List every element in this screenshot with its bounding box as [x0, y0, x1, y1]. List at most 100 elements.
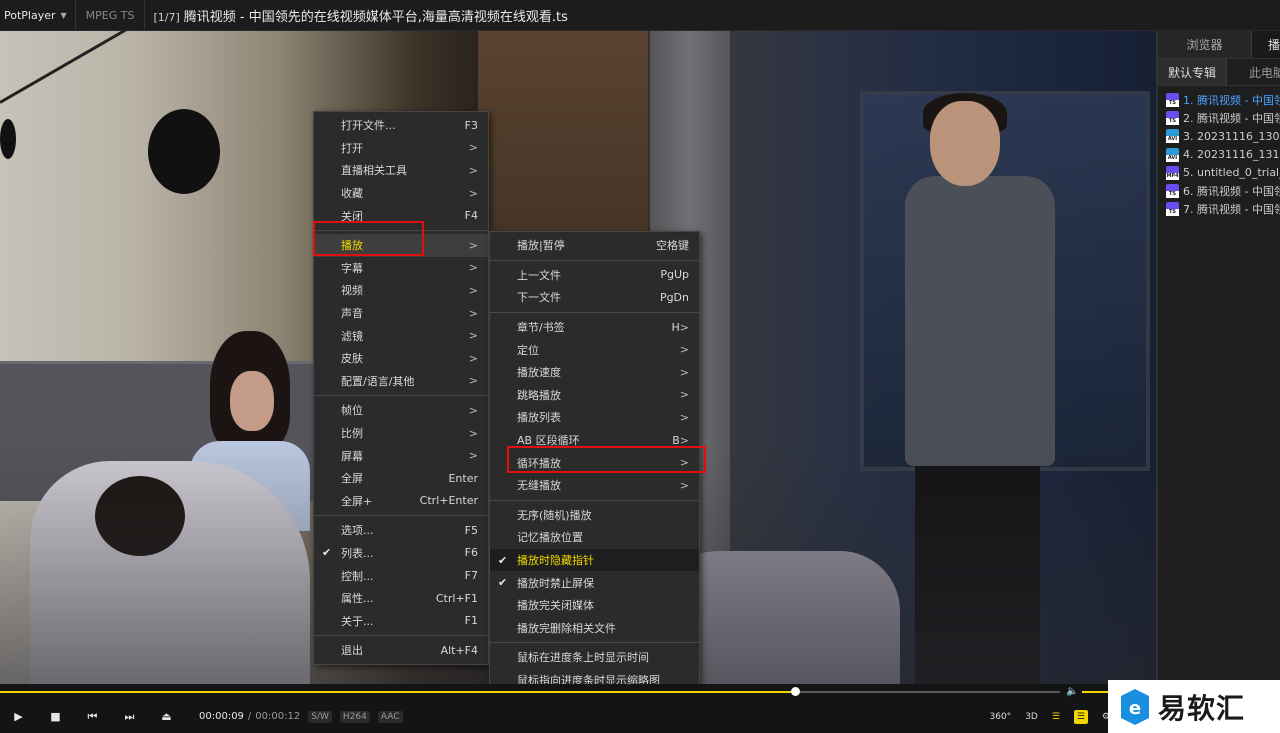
submenu-item[interactable]: 无缝播放 > [490, 474, 699, 497]
stop-button[interactable]: ■ [37, 700, 74, 733]
menu-item[interactable]: 帧位 > [314, 399, 488, 422]
menu-item[interactable]: 视频 > [314, 279, 488, 302]
video-lamp [148, 109, 220, 194]
menu-item[interactable]: 属性... Ctrl+F1 [314, 587, 488, 610]
playlist-item[interactable]: MP4 5. untitled_0_trial_0.m [1158, 164, 1280, 182]
menu-item-label: 打开文件... [341, 119, 396, 133]
submenu-item-shortcut: PgDn [659, 290, 689, 304]
menu-item-shortcut: F4 [464, 209, 478, 223]
menu-item-label: 帧位 [341, 404, 363, 418]
menu-item-shortcut: F6 [464, 546, 478, 560]
submenu-item[interactable]: 上一文件 PgUp [490, 264, 699, 287]
submenu-item[interactable]: 播放列表 > [490, 406, 699, 429]
subtab-default-album[interactable]: 默认专辑 [1158, 59, 1228, 85]
menu-item[interactable]: 屏幕 > [314, 444, 488, 467]
menu-item-label: 全屏+ [341, 494, 373, 508]
menu-item[interactable]: 控制... F7 [314, 564, 488, 587]
submenu-item[interactable]: 跳略播放 > [490, 384, 699, 407]
submenu-item[interactable]: 播放速度 > [490, 361, 699, 384]
playlist-item[interactable]: TS 6. 腾讯视频 - 中国领 [1158, 182, 1280, 200]
vr-360-button[interactable]: 360° [990, 712, 1012, 722]
seek-knob[interactable] [791, 687, 800, 696]
submenu-item-label: 无缝播放 [517, 479, 561, 493]
play-button[interactable]: ▶ [0, 700, 37, 733]
menu-separator [314, 635, 488, 637]
menu-item[interactable]: 比例 > [314, 422, 488, 445]
badge-codec[interactable]: H264 [339, 710, 370, 723]
menu-item[interactable]: 直播相关工具 > [314, 159, 488, 182]
playlist-item[interactable]: AVI 3. 20231116_130239.a [1158, 127, 1280, 145]
menu-item[interactable]: 配置/语言/其他 > [314, 370, 488, 393]
menu-item-label: 控制... [341, 569, 374, 583]
menu-item[interactable]: ✔ 列表... F6 [314, 542, 488, 565]
menu-item[interactable]: 关闭 F4 [314, 204, 488, 227]
file-type-icon: TS [1166, 202, 1179, 217]
playlist-item[interactable]: TS 2. 腾讯视频 - 中国领 [1158, 109, 1280, 127]
menu-item[interactable]: 选项... F5 [314, 519, 488, 542]
playlist-item-label: 1. 腾讯视频 - 中国领 [1183, 94, 1280, 108]
menu-item-label: 退出 [341, 644, 363, 658]
menu-item[interactable]: 全屏 Enter [314, 467, 488, 490]
3d-button[interactable]: 3D [1025, 712, 1038, 722]
subtab-this-pc[interactable]: 此电脑 [1227, 59, 1280, 85]
play-icon: ▶ [14, 710, 23, 723]
submenu-item[interactable]: ✔ 播放时隐藏指针 [490, 548, 699, 572]
submenu-arrow-icon: > [679, 365, 689, 379]
menu-item[interactable]: 字幕 > [314, 257, 488, 280]
playlist-item[interactable]: AVI 4. 20231116_131428.a [1158, 146, 1280, 164]
submenu-item[interactable]: 循环播放 > [490, 451, 699, 474]
file-type-icon: MP4 [1166, 165, 1179, 180]
badge-sw[interactable]: S/W [308, 710, 332, 723]
playlist-item-label: 4. 20231116_131428.a [1183, 148, 1280, 162]
eject-button[interactable]: ⏏ [148, 700, 185, 733]
video-lamp-arm [0, 31, 140, 104]
submenu-item[interactable]: 鼠标在进度条上时显示时间 [490, 646, 699, 669]
submenu-item[interactable]: 章节/书签 H > [490, 316, 699, 339]
menu-item-shortcut: Ctrl+F1 [435, 591, 478, 605]
playlist-panel: 浏览器 播 默认专辑 此电脑 TS 1. 腾讯视频 - 中国领 TS 2. 腾讯视频 … [1156, 31, 1280, 684]
menu-item[interactable]: 退出 Alt+F4 [314, 639, 488, 662]
chat-icon[interactable]: ☰ [1073, 709, 1088, 724]
playlist-item[interactable]: TS 7. 腾讯视频 - 中国领 [1158, 200, 1280, 218]
submenu-item[interactable]: AB 区段循环 B > [490, 429, 699, 452]
menu-item[interactable]: 打开 > [314, 137, 488, 160]
submenu-item[interactable]: 记忆播放位置 [490, 526, 699, 549]
tab-browser[interactable]: 浏览器 [1158, 31, 1252, 58]
volume-icon[interactable]: 🔈 [1066, 686, 1078, 697]
menu-item[interactable]: 播放 > [314, 233, 488, 257]
playlist: TS 1. 腾讯视频 - 中国领 TS 2. 腾讯视频 - 中国领 AVI 3. 2023… [1158, 86, 1280, 218]
badge-audio[interactable]: AAC [377, 710, 403, 723]
next-button[interactable]: ⏭ [111, 700, 148, 733]
submenu-item-label: 播放时禁止屏保 [517, 576, 594, 590]
file-type-icon: AVI [1166, 129, 1179, 144]
submenu-item[interactable]: 播放|暂停 空格键 [490, 234, 699, 257]
submenu-item[interactable]: 播放完关闭媒体 [490, 594, 699, 617]
menu-item-label: 打开 [341, 141, 363, 155]
menu-item-shortcut: Enter [448, 471, 478, 485]
submenu-item[interactable]: 无序(随机)播放 [490, 504, 699, 527]
time-display: 00:00:09 / 00:00:12 S/W H264 AAC [199, 710, 403, 723]
submenu-item[interactable]: 播放完删除相关文件 [490, 617, 699, 640]
menu-item[interactable]: 关于... F1 [314, 609, 488, 632]
window-title: [1/7] 腾讯视频 - 中国领先的在线视频媒体平台,海量高清视频在线观看.ts [145, 6, 567, 25]
video-lamp-small [0, 119, 16, 159]
submenu-item-label: 播放完关闭媒体 [517, 599, 594, 613]
tab-playlist[interactable]: 播 [1252, 31, 1280, 58]
menu-separator [314, 515, 488, 517]
submenu-arrow-icon: > [468, 374, 478, 388]
playlist-item[interactable]: TS 1. 腾讯视频 - 中国领 [1158, 91, 1280, 109]
menu-item[interactable]: 收藏 > [314, 182, 488, 205]
menu-item[interactable]: 全屏+ Ctrl+Enter [314, 490, 488, 513]
menu-item[interactable]: 声音 > [314, 302, 488, 325]
menu-item[interactable]: 打开文件... F3 [314, 114, 488, 137]
menu-item-label: 收藏 [341, 187, 363, 201]
app-menu-button[interactable]: PotPlayer ▼ [0, 0, 76, 30]
submenu-item[interactable]: ✔ 播放时禁止屏保 [490, 571, 699, 594]
submenu-item[interactable]: 定位 > [490, 338, 699, 361]
submenu-item[interactable]: 下一文件 PgDn [490, 286, 699, 309]
menu-item[interactable]: 滤镜 > [314, 324, 488, 347]
playlist-search-icon[interactable]: ☰ [1052, 712, 1060, 722]
submenu-item-label: 记忆播放位置 [517, 531, 583, 545]
previous-button[interactable]: ⏮ [74, 700, 111, 733]
menu-item[interactable]: 皮肤 > [314, 347, 488, 370]
